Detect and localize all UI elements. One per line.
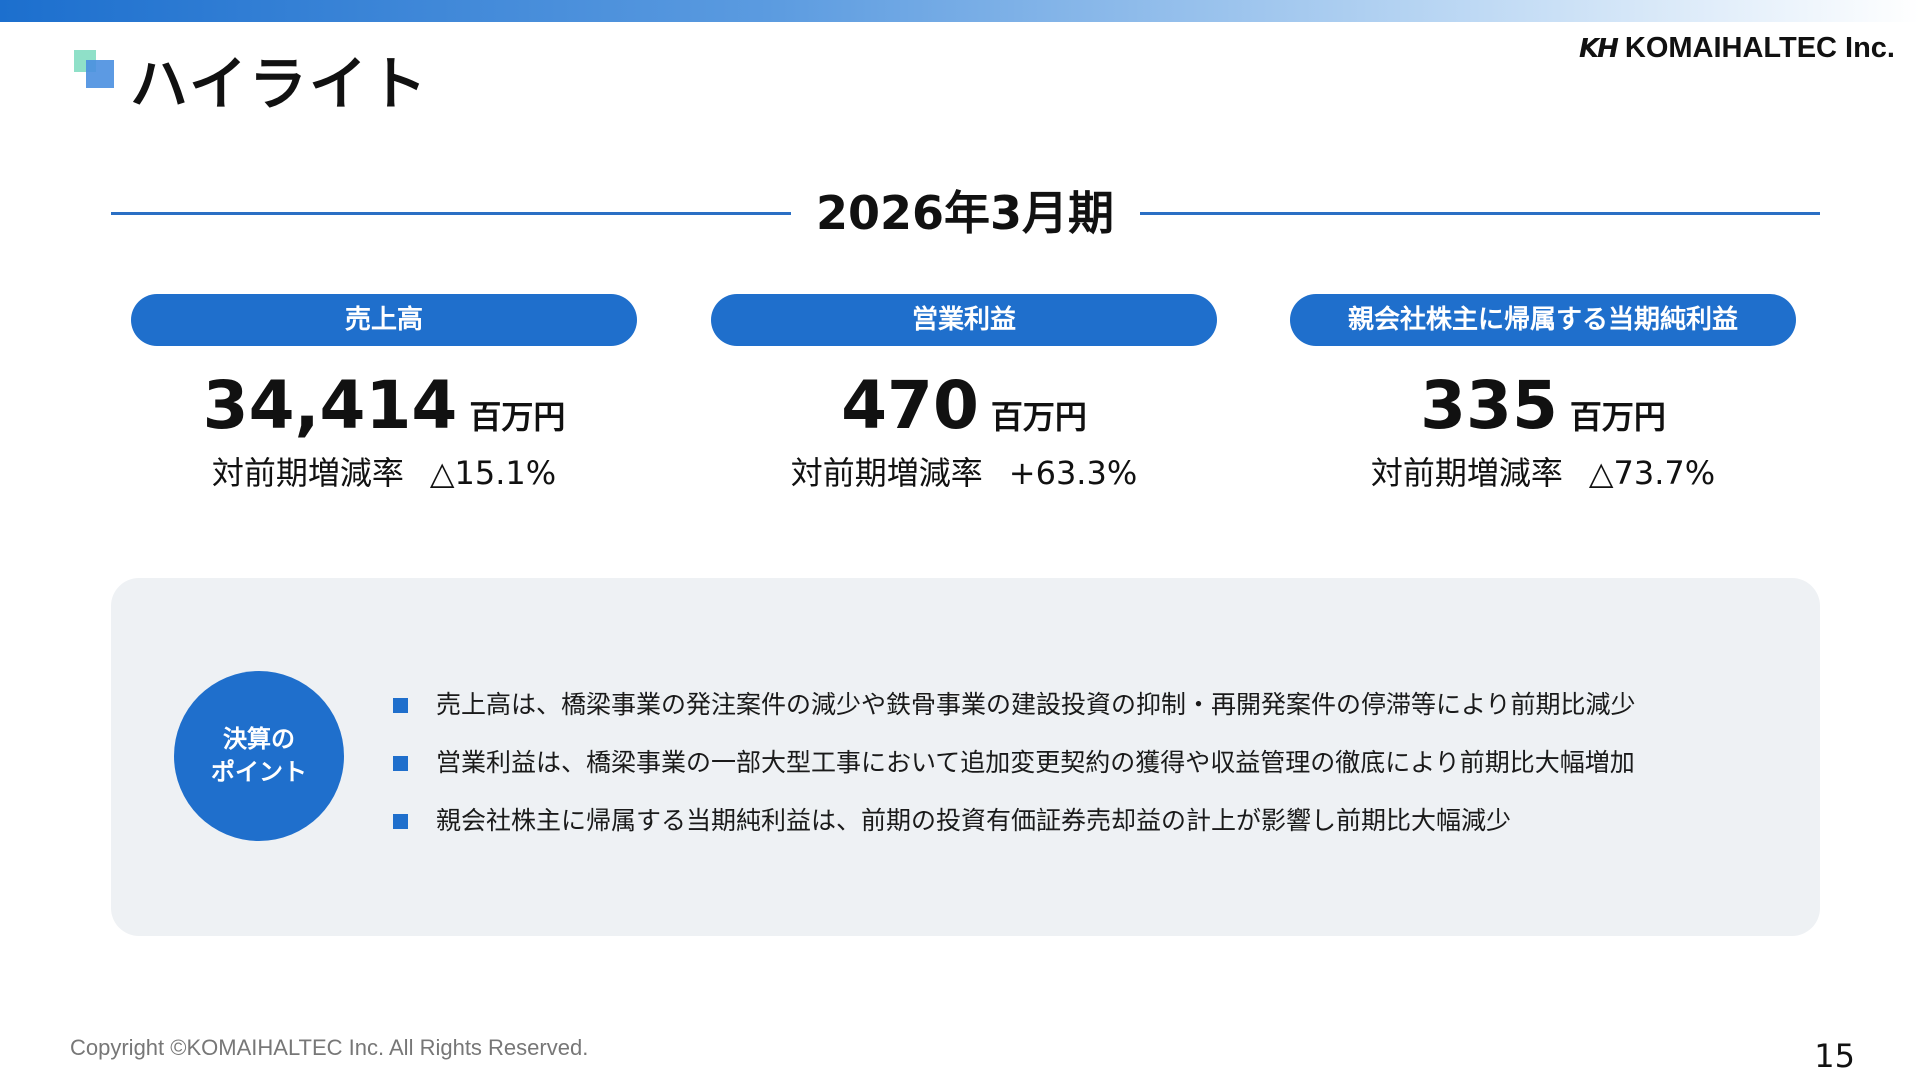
change-label: 対前期増減率: [1370, 454, 1563, 492]
metric-label-pill: 売上高: [131, 294, 637, 346]
metric-change: 対前期増減率 △15.1%: [131, 448, 637, 498]
copyright-text: Copyright ©KOMAIHALTEC Inc. All Rights R…: [70, 1035, 589, 1060]
metric-value: 470: [841, 367, 979, 444]
metric-value: 34,414: [202, 367, 458, 444]
key-points-badge: 決算の ポイント: [174, 671, 344, 841]
fiscal-period-heading: 2026年3月期: [815, 186, 1115, 240]
square-bullet-icon: [393, 813, 408, 829]
key-points-panel: 決算の ポイント 売上高は、橋梁事業の発注案件の減少や鉄骨事業の建設投資の抑制・…: [111, 578, 1820, 936]
metric-net-sales: 売上高 34,414 百万円 対前期増減率 △15.1%: [131, 294, 637, 498]
key-points-list: 売上高は、橋梁事業の発注案件の減少や鉄骨事業の建設投資の抑制・再開発案件の停滞等…: [393, 676, 1636, 850]
metric-label-pill: 親会社株主に帰属する当期純利益: [1290, 294, 1796, 346]
point-text: 売上高は、橋梁事業の発注案件の減少や鉄骨事業の建設投資の抑制・再開発案件の停滞等…: [436, 690, 1636, 719]
square-mark-icon: [74, 50, 116, 92]
metric-value-row: 335 百万円: [1290, 368, 1796, 444]
metric-value-row: 34,414 百万円: [131, 368, 637, 444]
company-logo: KH KOMAIHALTEC Inc.: [1579, 32, 1895, 65]
badge-line-2: ポイント: [211, 758, 307, 786]
metric-unit: 百万円: [469, 398, 566, 436]
metric-label-pill: 営業利益: [711, 294, 1217, 346]
list-item: 売上高は、橋梁事業の発注案件の減少や鉄骨事業の建設投資の抑制・再開発案件の停滞等…: [393, 676, 1636, 734]
top-gradient-bar: [0, 0, 1920, 22]
change-value: △73.7%: [1588, 454, 1716, 492]
metric-operating-income: 営業利益 470 百万円 対前期増減率 +63.3%: [711, 294, 1217, 498]
metric-change: 対前期増減率 △73.7%: [1290, 448, 1796, 498]
badge-line-1: 決算の: [223, 725, 295, 753]
metric-value-row: 470 百万円: [711, 368, 1217, 444]
metric-value: 335: [1420, 367, 1558, 444]
point-text: 親会社株主に帰属する当期純利益は、前期の投資有価証券売却益の計上が影響し前期比大…: [436, 806, 1512, 835]
square-bullet-icon: [393, 697, 408, 713]
metric-net-income: 親会社株主に帰属する当期純利益 335 百万円 対前期増減率 △73.7%: [1290, 294, 1796, 498]
metric-unit: 百万円: [1569, 398, 1666, 436]
list-item: 親会社株主に帰属する当期純利益は、前期の投資有価証券売却益の計上が影響し前期比大…: [393, 792, 1636, 850]
logo-text: KOMAIHALTEC Inc.: [1624, 32, 1895, 64]
metric-change: 対前期増減率 +63.3%: [711, 448, 1217, 498]
change-value: △15.1%: [429, 454, 557, 492]
change-value: +63.3%: [1008, 454, 1138, 492]
change-label: 対前期増減率: [790, 454, 983, 492]
period-divider-left: [111, 212, 791, 215]
metric-unit: 百万円: [990, 398, 1087, 436]
point-text: 営業利益は、橋梁事業の一部大型工事において追加変更契約の獲得や収益管理の徹底によ…: [436, 748, 1635, 777]
logo-mark: KH: [1578, 33, 1619, 64]
square-bullet-icon: [393, 755, 408, 771]
change-label: 対前期増減率: [211, 454, 404, 492]
period-divider-right: [1140, 212, 1820, 215]
page-title: ハイライト: [130, 50, 429, 118]
page-number: 15: [1814, 1037, 1855, 1075]
list-item: 営業利益は、橋梁事業の一部大型工事において追加変更契約の獲得や収益管理の徹底によ…: [393, 734, 1636, 792]
